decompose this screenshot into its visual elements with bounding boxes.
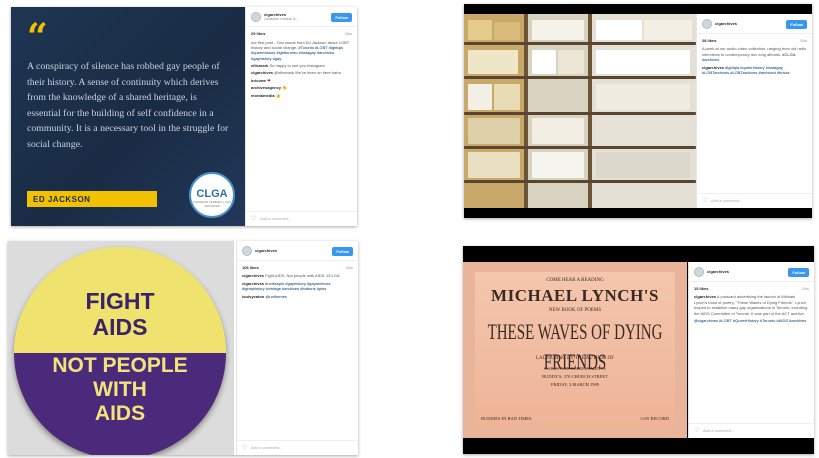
post-sidebar: clgarchives Canadian Lesbian &... Follow…: [245, 7, 357, 226]
poster-text: BUDDY'S, 370 CHURCH STREET: [542, 374, 608, 379]
quote-text: A conspiracy of silence has robbed gay p…: [27, 61, 229, 150]
comment-user[interactable]: ellismark: [251, 63, 268, 68]
instagram-post-shelves: clgarchives Follow 28 likes 34w A peek a…: [464, 4, 812, 218]
add-comment-input[interactable]: Add a comment...: [711, 198, 742, 203]
comment: louisyeaton @uniformes: [242, 293, 287, 299]
post-sidebar: clgarchives Follow 28 likes 34w A peek a…: [696, 14, 812, 208]
poster-footer-right: GAY RECORD: [640, 416, 669, 421]
comment-user[interactable]: louisyeaton: [242, 294, 264, 299]
add-comment-input[interactable]: Add a comment...: [251, 445, 282, 450]
post-sidebar: clgarchives Follow 15 likes 34w clgarchi…: [688, 262, 814, 438]
comment-user[interactable]: archivesagency: [251, 85, 281, 90]
comment: clgarchives @ellismark We've been on her…: [251, 70, 341, 76]
post-header: clgarchives Canadian Lesbian &... Follow: [246, 7, 357, 28]
add-comment-input[interactable]: Add a comment...: [260, 216, 291, 221]
post-time: 34w: [345, 265, 353, 270]
archive-shelves-image: [464, 14, 696, 208]
poster-image: COME HEAR A READING MICHAEL LYNCH'S NEW …: [463, 262, 687, 438]
comment: archivesagency 👏: [251, 85, 288, 91]
fight-aids-pin: FIGHT AIDS NOT PEOPLE WITH AIDS: [14, 247, 226, 455]
comment-user[interactable]: clgarchives: [242, 281, 264, 286]
username[interactable]: clgarchives: [715, 21, 737, 26]
comment-user[interactable]: bricowe: [251, 78, 266, 83]
follow-button[interactable]: Follow: [331, 12, 352, 22]
follow-button[interactable]: Follow: [786, 19, 807, 29]
likes-count[interactable]: 29 likes: [251, 31, 265, 36]
post-time: 34w: [801, 286, 809, 291]
caption: our first post - Two words from Ed Jacks…: [251, 39, 350, 61]
likes-count[interactable]: 15 likes: [694, 286, 708, 291]
post-time: 34w: [344, 31, 352, 37]
comment-user[interactable]: montamedia: [251, 93, 275, 98]
comment-bar: ♡ Add a comment...: [246, 211, 357, 226]
post-header: clgarchives Follow: [697, 14, 812, 34]
pin-image: FIGHT AIDS NOT PEOPLE WITH AIDS: [8, 241, 234, 455]
poster-title: MICHAEL LYNCH'S: [491, 286, 659, 305]
poster-text: CAKES AND REFRESHMENTS: [544, 366, 606, 371]
comment: @clgarchives #LGBT #QueerHistory #Toront…: [689, 317, 814, 324]
caption-tags[interactable]: @clgarchives #LGBT #QueerHistory #Toront…: [694, 318, 806, 323]
heart-icon[interactable]: ♡: [702, 198, 708, 204]
caption: clgarchives Fight AIDS, Not people with …: [242, 273, 340, 279]
poster-text: NEW BOOK OF POEMS: [548, 308, 602, 313]
post-header: clgarchives Follow: [237, 241, 358, 261]
avatar[interactable]: [694, 267, 704, 277]
comment: ellismark So happy to see you Instagram: [251, 63, 325, 69]
pin-text: FIGHT: [85, 288, 155, 314]
location[interactable]: Canadian Lesbian &...: [264, 17, 328, 22]
poster-footer-left: BUDDIES IN BAD TIMES: [481, 416, 532, 421]
pin-text: NOT PEOPLE: [52, 354, 188, 377]
likes-count[interactable]: 28 likes: [702, 38, 716, 43]
post-time: 34w: [799, 38, 807, 43]
add-comment-input[interactable]: Add a comment...: [703, 428, 734, 433]
comment: clgarchives #lgbtqia #queerhistory #inst…: [702, 64, 790, 75]
post-header: clgarchives Follow: [689, 262, 814, 282]
username[interactable]: clgarchives: [707, 269, 729, 274]
heart-icon[interactable]: ♡: [242, 445, 248, 451]
follow-button[interactable]: Follow: [332, 246, 353, 256]
heart-icon[interactable]: ♡: [251, 216, 257, 222]
poster-text: FRIDAY, 3 MARCH 1989: [550, 382, 599, 387]
follow-button[interactable]: Follow: [788, 267, 809, 277]
comment-user[interactable]: clgarchives: [702, 65, 724, 70]
username[interactable]: clgarchives: [264, 12, 286, 17]
avatar[interactable]: [251, 12, 261, 23]
poster-text: COME HEAR A READING: [546, 278, 604, 283]
heart-icon[interactable]: ♡: [694, 428, 700, 434]
pin-text: AIDS: [92, 314, 148, 340]
comment: clgarchives #unlesspin #gayhistory #gaya…: [242, 280, 331, 292]
post-sidebar: clgarchives Follow 106 likes 34w clgarch…: [236, 241, 358, 455]
avatar[interactable]: [242, 246, 252, 256]
comment-bar: ♡ Add a comment...: [689, 423, 814, 438]
quote-author: ED JACKSON: [27, 191, 157, 207]
instagram-post-quote: “ A conspiracy of silence has robbed gay…: [11, 7, 357, 226]
caption: A peek at our audio-video collection, ra…: [702, 46, 807, 63]
caption: clgarchives A postcard advertising the l…: [694, 294, 808, 316]
avatar[interactable]: [702, 19, 712, 29]
username[interactable]: clgarchives: [255, 248, 277, 253]
poster-text: LAUNCHING BY THE AUTHOR OF: [535, 356, 615, 361]
clga-logo: CLGA CANADIAN LESBIAN + GAY ARCHIVES: [189, 172, 235, 218]
pin-text: AIDS: [94, 402, 146, 425]
pin-text: WITH: [93, 378, 147, 401]
comment-bar: ♡ Add a comment...: [697, 193, 812, 208]
comment-bar: ♡ Add a comment...: [237, 440, 358, 455]
instagram-post-poster: COME HEAR A READING MICHAEL LYNCH'S NEW …: [463, 246, 814, 454]
likes-count[interactable]: 106 likes: [242, 265, 259, 270]
comment-user[interactable]: clgarchives: [251, 70, 273, 75]
comment: bricowe ❤: [251, 77, 271, 83]
quote-image: “ A conspiracy of silence has robbed gay…: [11, 7, 245, 226]
quote-mark-icon: “: [27, 16, 48, 58]
instagram-post-button: FIGHT AIDS NOT PEOPLE WITH AIDS clgarchi…: [8, 241, 358, 455]
comment: montamedia 👍: [251, 92, 281, 98]
